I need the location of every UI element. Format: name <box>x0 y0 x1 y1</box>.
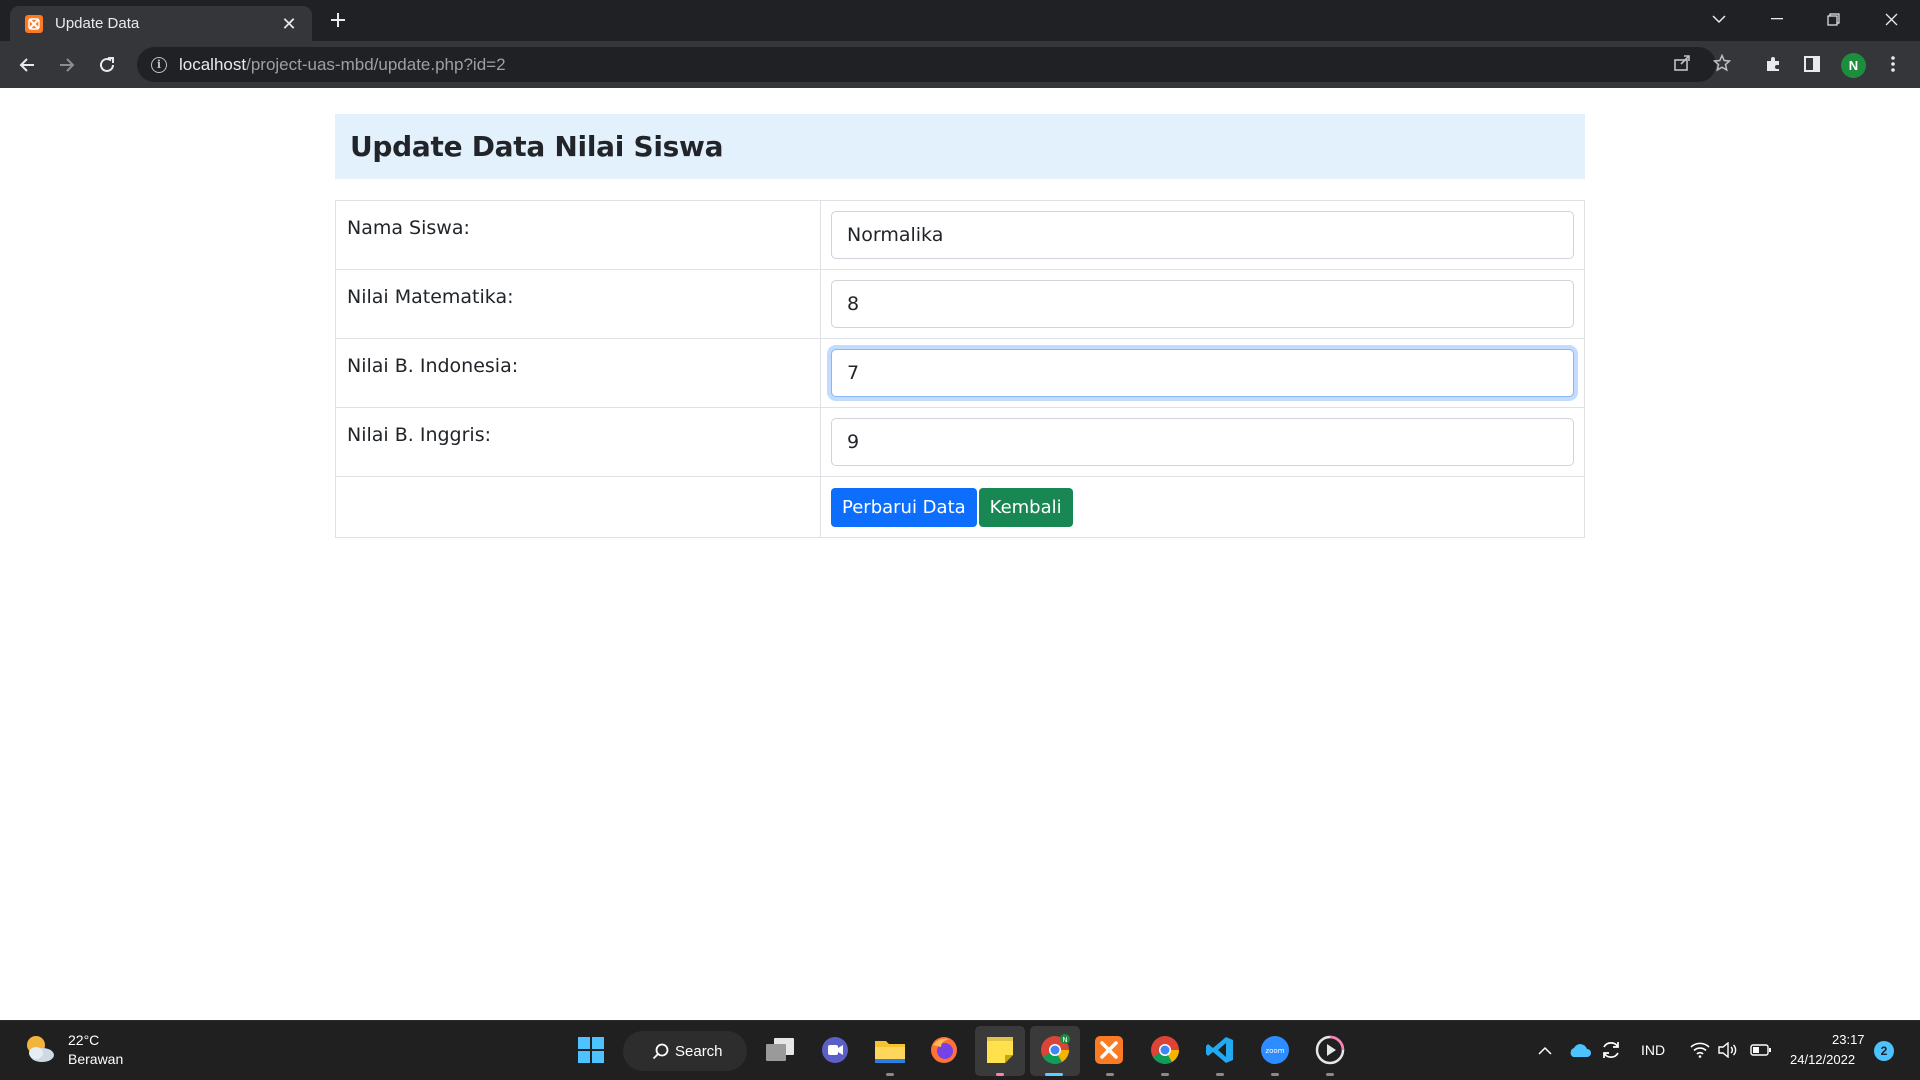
close-window-button[interactable] <box>1862 0 1920 38</box>
site-info-icon[interactable]: i <box>151 56 167 73</box>
browser-toolbar: i localhost/project-uas-mbd/update.php?i… <box>0 41 1920 88</box>
nilai-indonesia-input[interactable] <box>831 349 1574 397</box>
battery-icon[interactable] <box>1748 1033 1774 1067</box>
sync-icon[interactable] <box>1598 1033 1624 1067</box>
file-explorer-icon[interactable] <box>873 1033 907 1067</box>
menu-kebab-icon[interactable] <box>1879 50 1907 78</box>
form-row-matematika: Nilai Matematika: <box>335 269 1585 339</box>
forward-button[interactable] <box>53 51 81 79</box>
nilai-matematika-input[interactable] <box>831 280 1574 328</box>
volume-icon[interactable] <box>1716 1033 1740 1067</box>
form-row-indonesia: Nilai B. Indonesia: <box>335 338 1585 408</box>
kembali-button[interactable]: Kembali <box>978 488 1073 527</box>
nilai-inggris-input[interactable] <box>831 418 1574 466</box>
clock-date[interactable]: 24/12/2022 <box>1790 1052 1855 1067</box>
field-label-matematika: Nilai Matematika: <box>335 269 821 339</box>
windows-taskbar: 22°C Berawan Search N zoom IND 23:17 24/… <box>0 1020 1920 1080</box>
taskbar-search[interactable]: Search <box>623 1031 747 1071</box>
chevron-up-icon[interactable] <box>1533 1033 1557 1067</box>
form-row-inggris: Nilai B. Inggris: <box>335 407 1585 477</box>
restore-button[interactable] <box>1804 0 1862 38</box>
extensions-puzzle-icon[interactable] <box>1759 50 1787 78</box>
input-language[interactable]: IND <box>1641 1042 1665 1058</box>
zoom-icon[interactable]: zoom <box>1258 1033 1292 1067</box>
vscode-icon[interactable] <box>1203 1033 1237 1067</box>
svg-text:zoom: zoom <box>1265 1047 1284 1055</box>
form-row-nama: Nama Siswa: <box>335 200 1585 270</box>
side-panel-icon[interactable] <box>1798 50 1826 78</box>
field-label-inggris: Nilai B. Inggris: <box>335 407 821 477</box>
share-icon[interactable] <box>1668 49 1696 77</box>
task-view-icon[interactable] <box>763 1033 797 1067</box>
tab-search-chevron-icon[interactable] <box>1690 0 1748 38</box>
weather-widget[interactable]: 22°C Berawan <box>22 1031 123 1067</box>
url-path: /project-uas-mbd/update.php?id=2 <box>246 54 506 74</box>
media-player-icon[interactable] <box>1313 1033 1347 1067</box>
field-label-indonesia: Nilai B. Indonesia: <box>335 338 821 408</box>
form-row-actions: Perbarui Data Kembali <box>335 476 1585 538</box>
profile-avatar[interactable]: N <box>1841 53 1866 78</box>
weather-temperature: 22°C <box>68 1031 100 1048</box>
back-button[interactable] <box>13 51 41 79</box>
xampp-icon <box>25 14 43 33</box>
new-tab-button[interactable] <box>326 8 350 32</box>
tab-close-icon[interactable]: ✕ <box>278 13 300 35</box>
page-header: Update Data Nilai Siswa <box>335 114 1585 179</box>
reload-button[interactable] <box>93 51 121 79</box>
chrome-icon[interactable]: N <box>1038 1033 1072 1067</box>
address-bar[interactable]: i localhost/project-uas-mbd/update.php?i… <box>137 47 1716 82</box>
taskbar-search-label: Search <box>675 1042 723 1060</box>
start-icon[interactable] <box>574 1033 608 1067</box>
field-label-nama: Nama Siswa: <box>335 200 821 270</box>
wifi-icon[interactable] <box>1688 1033 1712 1067</box>
clock-time[interactable]: 23:17 <box>1832 1032 1865 1047</box>
tab-strip: Update Data ✕ <box>0 0 1920 41</box>
nama-siswa-input[interactable] <box>831 211 1574 259</box>
onedrive-icon[interactable] <box>1567 1033 1593 1067</box>
browser-tab[interactable]: Update Data ✕ <box>10 6 312 41</box>
svg-text:N: N <box>1062 1036 1067 1044</box>
weather-description: Berawan <box>68 1050 124 1067</box>
update-form-table: Nama Siswa: Nilai Matematika: Nilai B. I… <box>335 200 1585 538</box>
tab-title: Update Data <box>55 15 140 32</box>
teams-chat-icon[interactable] <box>818 1033 852 1067</box>
search-icon <box>652 1043 669 1060</box>
chrome-icon[interactable] <box>1148 1033 1182 1067</box>
notification-badge[interactable]: 2 <box>1874 1041 1894 1061</box>
perbarui-data-button[interactable]: Perbarui Data <box>831 488 977 527</box>
cloudy-moon-icon <box>22 1031 58 1067</box>
minimize-button[interactable] <box>1748 0 1806 38</box>
sticky-notes-icon[interactable] <box>983 1033 1017 1067</box>
url-host: localhost <box>179 54 247 74</box>
page-title: Update Data Nilai Siswa <box>350 130 724 163</box>
bookmark-star-icon[interactable] <box>1708 49 1736 77</box>
firefox-icon[interactable] <box>927 1033 961 1067</box>
xampp-icon[interactable] <box>1092 1033 1126 1067</box>
